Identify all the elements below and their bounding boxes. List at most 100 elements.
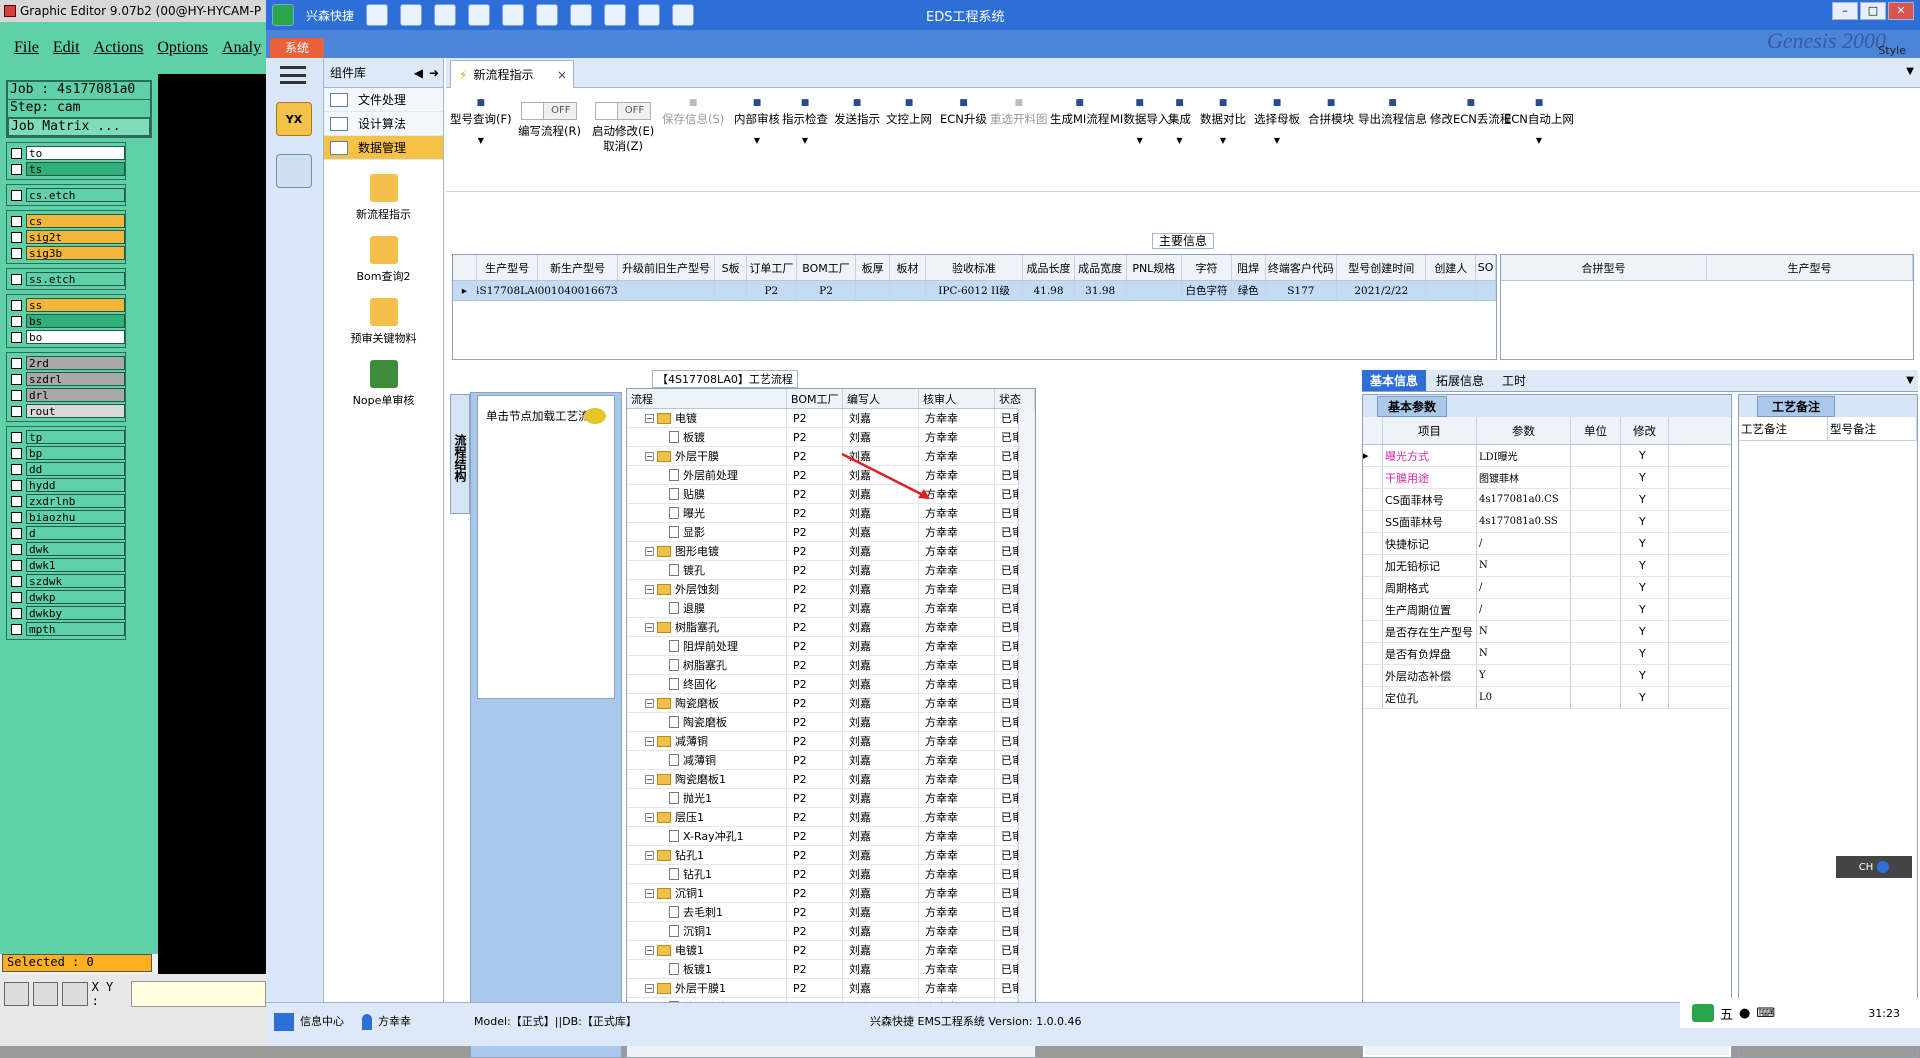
layer-name[interactable]: 2rd [26, 356, 125, 370]
tree-row[interactable]: 沉铜1P2刘嘉方幸幸已审核 [627, 921, 1035, 941]
tree-node[interactable]: − 外层干膜1 [627, 978, 787, 998]
layer-row[interactable]: dd [7, 461, 125, 477]
tree-node[interactable]: − 减薄铜 [627, 731, 787, 751]
keyboard-icon[interactable]: ⌨ [1756, 1006, 1775, 1021]
dropdown-arrow-icon[interactable]: ▼ [734, 133, 780, 148]
grid-column-header[interactable]: 订单工厂 [747, 255, 797, 280]
expand-toggle-icon[interactable]: − [645, 622, 654, 632]
layer-row[interactable]: szdrl [7, 371, 125, 387]
info-center[interactable]: 信息中心 [274, 1013, 344, 1031]
grid-cell[interactable] [1127, 281, 1183, 300]
params-row[interactable]: 周期格式 / Y [1363, 577, 1731, 599]
flow-icon[interactable] [536, 4, 559, 26]
param-modify[interactable]: Y [1621, 467, 1669, 488]
layer-row[interactable]: to [7, 145, 125, 161]
grid-column-header[interactable]: 型号创建时间 [1337, 255, 1427, 280]
layer-name[interactable]: ss [26, 298, 125, 312]
grid-column-header[interactable]: BOM工厂 [797, 255, 857, 280]
pin-icon[interactable]: ➜ [429, 66, 439, 80]
grid-cell[interactable]: 41.98 [1023, 281, 1075, 300]
tree-node[interactable]: − 电镀1 [627, 940, 787, 960]
tree-node[interactable]: 沉铜1 [627, 921, 787, 941]
grid-cell[interactable]: 白色字符 [1182, 281, 1232, 300]
layer-name[interactable]: dwk1 [26, 558, 125, 572]
param-value[interactable]: 图镀菲林 [1477, 467, 1571, 488]
layer-row[interactable]: dwkp [7, 589, 125, 605]
dropdown-arrow-icon[interactable]: ▼ [1168, 133, 1191, 148]
tree-node[interactable]: − 沉铜1 [627, 883, 787, 903]
tree-node[interactable]: 树脂塞孔 [627, 655, 787, 675]
measure-icon[interactable] [33, 982, 59, 1006]
search-icon[interactable] [366, 4, 389, 26]
param-unit[interactable] [1571, 533, 1621, 554]
grid-column-header[interactable]: 合拼型号 [1501, 255, 1707, 280]
scissors-icon[interactable] [468, 4, 491, 26]
layer-row[interactable]: cs.etch [7, 187, 125, 203]
help-icon[interactable] [1877, 861, 1890, 873]
component-item[interactable]: 预审关键物料 [324, 298, 443, 346]
tree-node[interactable]: 退膜 [627, 598, 787, 618]
layer-checkbox[interactable] [11, 373, 22, 385]
toolbar-button[interactable]: ■ 修改ECN丢流程 [1430, 96, 1511, 127]
params-row[interactable]: 加无铅标记 N Y [1363, 555, 1731, 577]
toolbar-button[interactable]: ■ ECN自动上网 ▼ [1504, 96, 1574, 148]
grid-column-header[interactable]: 生产型号 [477, 255, 539, 280]
layer-checkbox[interactable] [11, 389, 22, 401]
grid-cell[interactable]: 31.98 [1075, 281, 1127, 300]
screen-icon[interactable] [672, 4, 695, 26]
grid-column-header[interactable]: 阻焊 [1232, 255, 1266, 280]
toolbar-button[interactable]: OFF 启动修改(E) 取消(Z) [592, 102, 654, 154]
component-item[interactable]: Bom查询2 [324, 236, 443, 284]
param-modify[interactable]: Y [1621, 621, 1669, 642]
params-row[interactable]: CS面菲林号 4s177081a0.CS Y [1363, 489, 1731, 511]
toolbar-button[interactable]: ■ 合拼模块 [1308, 96, 1354, 127]
tree-node[interactable]: − 图形电镀 [627, 541, 787, 561]
grid-cell[interactable]: 10010400166732 [538, 281, 618, 300]
layer-checkbox[interactable] [11, 607, 22, 619]
param-unit[interactable] [1571, 555, 1621, 576]
layer-row[interactable]: cs [7, 213, 125, 229]
layer-row[interactable]: drl [7, 387, 125, 403]
param-modify[interactable]: Y [1621, 577, 1669, 598]
layer-name[interactable]: drl [26, 388, 125, 402]
layer-row[interactable]: bs [7, 313, 125, 329]
tab-work-hours[interactable]: 工时 [1494, 370, 1534, 391]
tree-row[interactable]: −减薄铜P2刘嘉方幸幸已审核 [627, 731, 1035, 751]
grid-cell[interactable] [856, 281, 891, 300]
layer-row[interactable]: rout [7, 403, 125, 419]
toolbar-button[interactable]: ■ 集成 ▼ [1168, 96, 1191, 148]
grid-cell[interactable]: 2021/2/22 [1337, 281, 1427, 300]
param-unit[interactable] [1571, 445, 1621, 466]
param-unit[interactable] [1571, 687, 1621, 708]
grid-cell[interactable]: 4S17708LA0 [477, 281, 539, 300]
layer-name[interactable]: sig2t [26, 230, 125, 244]
menu-list-icon[interactable] [570, 4, 593, 26]
tree-node[interactable]: 钻孔1 [627, 864, 787, 884]
expand-toggle-icon[interactable]: − [645, 451, 654, 461]
layer-name[interactable]: biaozhu [26, 510, 125, 524]
grid-cell[interactable]: P2 [747, 281, 797, 300]
param-modify[interactable]: Y [1621, 665, 1669, 686]
expand-toggle-icon[interactable]: − [645, 774, 654, 784]
layer-name[interactable]: ss.etch [26, 272, 125, 286]
param-value[interactable]: / [1477, 577, 1571, 598]
expand-toggle-icon[interactable]: − [645, 413, 654, 423]
param-value[interactable]: 4s177081a0.CS [1477, 489, 1571, 510]
params-row[interactable]: 干膜用途 图镀菲林 Y [1363, 467, 1731, 489]
model-remark-column[interactable]: 型号备注 [1828, 417, 1917, 440]
tab-close-icon[interactable]: × [557, 68, 567, 82]
moon-icon[interactable]: ● [1739, 1006, 1750, 1021]
tab-new-flow-instruction[interactable]: ⚡ 新流程指示 × [450, 60, 574, 88]
param-modify[interactable]: Y [1621, 533, 1669, 554]
layer-checkbox[interactable] [11, 543, 22, 555]
component-menu-item[interactable]: 数据管理 [324, 136, 443, 160]
tree-node[interactable]: − 树脂塞孔 [627, 617, 787, 637]
grid-column-header[interactable]: 创建人 [1426, 255, 1477, 280]
param-unit[interactable] [1571, 489, 1621, 510]
param-value[interactable]: / [1477, 599, 1571, 620]
layer-name[interactable]: bp [26, 446, 125, 460]
toolbar-button[interactable]: ■ 内部审核 ▼ [734, 96, 780, 148]
params-row[interactable]: SS面菲林号 4s177081a0.SS Y [1363, 511, 1731, 533]
ime-mode[interactable]: 五 [1720, 1004, 1733, 1023]
tree-row[interactable]: 退膜P2刘嘉方幸幸已审核 [627, 598, 1035, 618]
